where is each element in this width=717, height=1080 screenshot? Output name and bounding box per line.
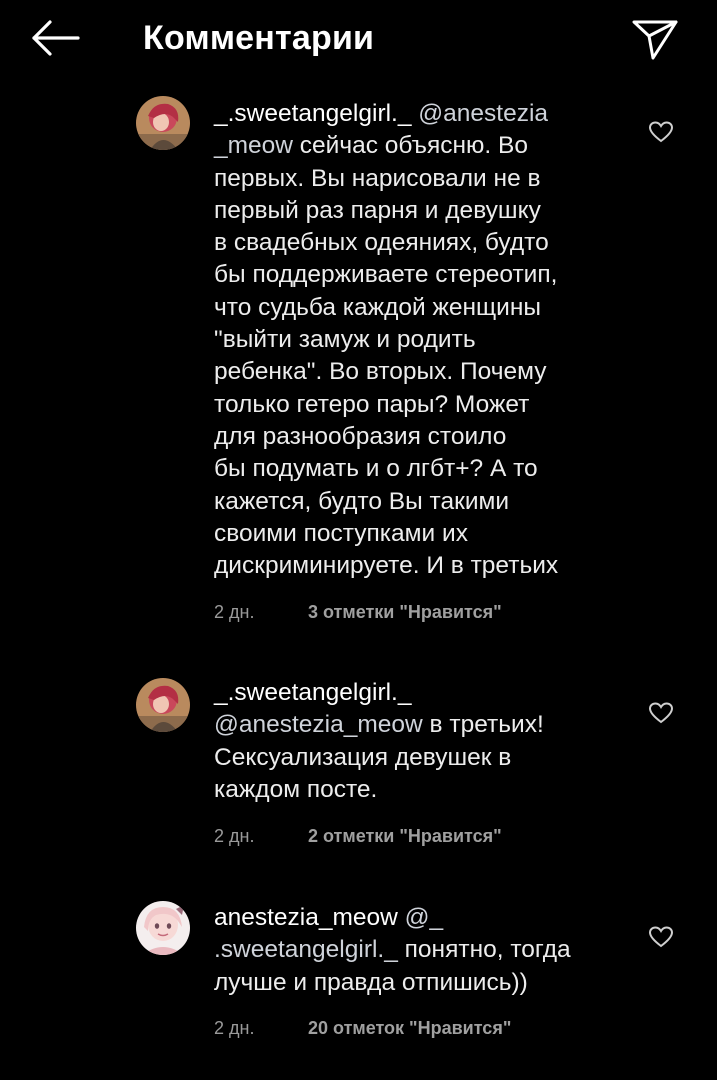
arrow-left-icon [32, 20, 80, 56]
comment-time: 2 дн. [214, 1018, 255, 1038]
comment-time: 2 дн. [214, 602, 255, 622]
heart-outline-icon [648, 926, 674, 948]
like-button[interactable] [648, 925, 674, 949]
page-title: Комментарии [143, 19, 375, 57]
comment-text: anestezia_meow @_ .sweetangelgirl._ поня… [214, 902, 626, 999]
comment-text: _.sweetangelgirl._ @anestezia _meow сейч… [214, 98, 626, 582]
comment-text-line: что судьба каждой женщины [214, 293, 542, 321]
likes-count-link[interactable]: 20 отметок "Нравится" [308, 1018, 511, 1038]
paper-plane-icon [632, 20, 678, 60]
comment-text-line: для разнообразия стоило [214, 422, 507, 450]
comment-text-line: ребенка". Во вторых. Почему [214, 358, 547, 386]
comment-text-line: своими поступками их [214, 519, 468, 547]
likes-count-link[interactable]: 2 отметки "Нравится" [308, 826, 502, 846]
comment-text-line: кажется, будто Вы такими [214, 487, 510, 515]
comment-text-line: понятно, тогда [397, 936, 571, 964]
comment-username[interactable]: _.sweetangelgirl._ [214, 100, 411, 127]
heart-outline-icon [648, 121, 674, 143]
comment-text-line: первый раз парня и девушку [214, 196, 541, 224]
comment-mention-cont[interactable]: _meow [214, 132, 293, 159]
comment-text-line: бы подумать и о лгбт+? А то [214, 455, 538, 483]
comment-text: _.sweetangelgirl._ @anestezia_meow в тре… [214, 677, 626, 806]
share-button[interactable] [628, 14, 682, 62]
likes-count-link[interactable]: 3 отметки "Нравится" [308, 602, 502, 622]
comment-text-line: в третьих! [422, 711, 544, 739]
comment-meta: 2 дн. 3 отметки "Нравится" [214, 600, 502, 624]
comment-mention[interactable]: @_ [405, 904, 444, 931]
comment-text-line: дискриминируете. И в третьих [214, 552, 559, 580]
comment-time: 2 дн. [214, 826, 255, 846]
avatar[interactable] [136, 901, 190, 955]
top-bar: Комментарии [0, 0, 717, 80]
back-button[interactable] [26, 16, 86, 60]
comment-text-line: только гетеро пары? Может [214, 390, 530, 418]
heart-outline-icon [648, 702, 674, 724]
comment-text-line: лучше и правда отпишись)) [214, 968, 528, 996]
avatar[interactable] [136, 96, 190, 150]
avatar[interactable] [136, 678, 190, 732]
comment-text-line: Сексуализация девушек в [214, 743, 512, 771]
comment-text-line: бы поддерживаете стереотип, [214, 261, 558, 289]
comment-mention-cont[interactable]: .sweetangelgirl._ [214, 936, 398, 963]
comment-mention[interactable]: @anestezia_meow [214, 711, 423, 738]
comment-text-line: "выйти замуж и родить [214, 326, 476, 354]
comment-username[interactable]: anestezia_meow [214, 904, 398, 931]
comment-text-line: первых. Вы нарисовали не в [214, 164, 541, 192]
comment-mention[interactable]: @anestezia [418, 100, 548, 127]
comment-meta: 2 дн. 2 отметки "Нравится" [214, 824, 502, 848]
like-button[interactable] [648, 701, 674, 725]
comment-text-line: в свадебных одеяниях, будто [214, 229, 549, 257]
comment-meta: 2 дн. 20 отметок "Нравится" [214, 1016, 511, 1040]
comment-username[interactable]: _.sweetangelgirl._ [214, 679, 411, 706]
comment-text-line: сейчас объясню. Во [292, 132, 528, 160]
like-button[interactable] [648, 120, 674, 144]
comment-text-line: каждом посте. [214, 775, 378, 803]
